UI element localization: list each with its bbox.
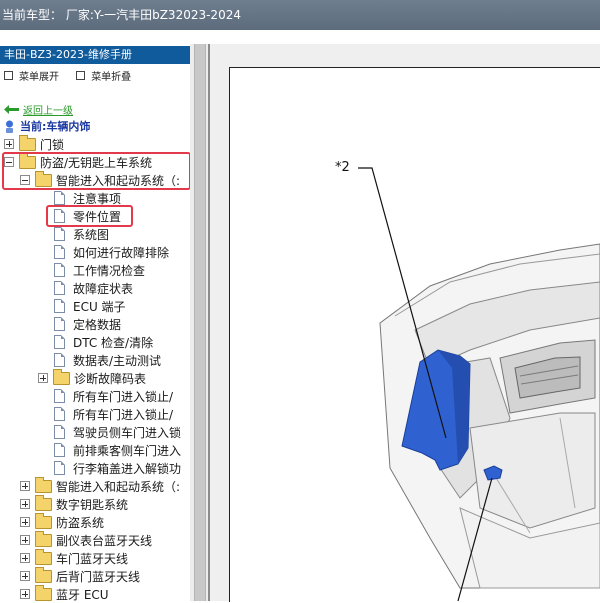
tree-item-bluetooth-ecu[interactable]: 蓝牙 ECU	[20, 584, 109, 603]
tree-item-data-list[interactable]: 数据表/主动测试	[54, 351, 161, 369]
tree-item-dtc-chart[interactable]: 诊断故障码表	[38, 368, 147, 387]
tree-item-all-door-lock-1[interactable]: 所有车门进入锁止/	[54, 387, 173, 405]
scrollbar-thumb[interactable]	[194, 44, 206, 601]
tree-item-ecu-terminals[interactable]: ECU 端子	[54, 297, 126, 315]
folder-icon	[35, 512, 52, 529]
back-label: 返回上一级	[23, 106, 73, 117]
tree-item-label: 智能进入和起动系统（:	[56, 479, 181, 494]
tree-item-label: 驾驶员侧车门进入锁	[73, 425, 182, 440]
tree-item-driver-door[interactable]: 驾驶员侧车门进入锁	[54, 423, 181, 441]
tree-item-symptom-table[interactable]: 故障症状表	[54, 279, 133, 297]
tree-item-all-door-lock-2[interactable]: 所有车门进入锁止/	[54, 405, 173, 423]
tree-item-freeze-frame[interactable]: 定格数据	[54, 315, 121, 333]
tree-item-smart-entry-2[interactable]: 智能进入和起动系统（:	[20, 476, 181, 495]
expand-plus-icon[interactable]	[20, 553, 30, 563]
manual-title: 丰田-BZ3-2023-维修手册	[0, 46, 190, 64]
highlight-box-parts-location	[46, 205, 133, 227]
back-link[interactable]: 返回上一级	[4, 102, 73, 117]
tree-item-label: 注意事项	[73, 191, 122, 206]
callout-label: *2	[335, 160, 350, 175]
tree-item-label: 行李箱盖进入解锁功	[73, 461, 182, 476]
folder-icon	[35, 548, 52, 565]
tree-item-theft-deterrent[interactable]: 防盗系统	[20, 512, 105, 531]
tree-item-backdoor-antenna[interactable]: 后背门蓝牙天线	[20, 566, 141, 585]
location-icon	[6, 120, 13, 133]
tree-item-label: 故障症状表	[73, 281, 134, 296]
tree-item-label: 门锁	[40, 137, 65, 152]
folder-icon	[35, 566, 52, 583]
expand-plus-icon[interactable]	[38, 373, 48, 383]
parts-location-diagram	[358, 167, 600, 601]
current-location: 当前:车辆内饰	[4, 118, 90, 134]
tree-item-label: 车门蓝牙天线	[56, 551, 129, 566]
document-icon	[54, 407, 65, 421]
collapse-icon	[76, 71, 86, 80]
tree-item-operation-check[interactable]: 工作情况检查	[54, 261, 145, 279]
tree-item-label: DTC 检查/清除	[73, 335, 154, 350]
folder-icon	[35, 584, 52, 601]
tree-item-label: 数字钥匙系统	[56, 497, 129, 512]
tree-item-label: 系统图	[73, 227, 110, 242]
tree-item-dtc-check[interactable]: DTC 检查/清除	[54, 333, 153, 351]
highlight-box-system	[2, 152, 191, 190]
tree-item-label: 定格数据	[73, 317, 122, 332]
expand-plus-icon[interactable]	[20, 589, 30, 599]
document-icon	[54, 263, 65, 277]
tree-item-label: 后背门蓝牙天线	[56, 569, 141, 584]
folder-icon	[35, 530, 52, 547]
expand-plus-icon[interactable]	[20, 535, 30, 545]
tree-item-passenger-door[interactable]: 前排乘客侧车门进入	[54, 441, 181, 459]
tree-tools: 菜单展开 菜单折叠	[4, 68, 145, 83]
tree-item-label: 副仪表台蓝牙天线	[56, 533, 153, 548]
document-icon	[54, 227, 65, 241]
expand-plus-icon[interactable]	[4, 139, 14, 149]
expand-plus-icon[interactable]	[20, 499, 30, 509]
tree-item-label: 诊断故障码表	[74, 371, 147, 386]
tree-item-console-antenna[interactable]: 副仪表台蓝牙天线	[20, 530, 153, 549]
folder-icon	[19, 134, 36, 151]
tree-item-label: ECU 端子	[73, 299, 126, 314]
tree-item-label: 所有车门进入锁止/	[73, 407, 174, 422]
tree-item-troubleshooting[interactable]: 如何进行故障排除	[54, 243, 169, 261]
folder-icon	[53, 368, 70, 385]
current-label: 当前:车辆内饰	[20, 120, 91, 133]
document-icon	[54, 317, 65, 331]
collapse-all-button[interactable]: 菜单折叠	[76, 68, 131, 83]
document-icon	[54, 281, 65, 295]
toolbar-gap	[0, 30, 600, 44]
tree-item-label: 所有车门进入锁止/	[73, 389, 174, 404]
document-icon	[54, 353, 65, 367]
expand-plus-icon[interactable]	[20, 517, 30, 527]
expand-plus-icon[interactable]	[20, 481, 30, 491]
document-icon	[54, 443, 65, 457]
title-bar: 当前车型： 厂家:Y-一汽丰田bZ32023-2024	[0, 0, 600, 30]
tree-item-system-diagram[interactable]: 系统图	[54, 225, 109, 243]
tree-item-door-antenna[interactable]: 车门蓝牙天线	[20, 548, 129, 567]
expand-all-button[interactable]: 菜单展开	[4, 68, 59, 83]
tree-item-door-lock[interactable]: 门锁	[4, 134, 65, 153]
back-arrow-icon	[4, 105, 19, 114]
document-icon	[54, 425, 65, 439]
document-icon	[54, 191, 65, 205]
expand-all-label: 菜单展开	[19, 72, 59, 83]
document-icon	[54, 299, 65, 313]
folder-icon	[35, 494, 52, 511]
tree-item-label: 数据表/主动测试	[73, 353, 162, 368]
expand-icon	[4, 71, 13, 80]
tree-item-label: 蓝牙 ECU	[56, 587, 109, 602]
tree-item-digital-key[interactable]: 数字钥匙系统	[20, 494, 129, 513]
tree-item-label: 工作情况检查	[73, 263, 146, 278]
tree-item-label: 前排乘客侧车门进入	[73, 443, 182, 458]
expand-plus-icon[interactable]	[20, 571, 30, 581]
tree-item-label: 如何进行故障排除	[73, 245, 170, 260]
document-icon	[54, 389, 65, 403]
document-icon	[54, 461, 65, 475]
tree-item-trunk-lid[interactable]: 行李箱盖进入解锁功	[54, 459, 181, 477]
window-title: 当前车型： 厂家:Y-一汽丰田bZ32023-2024	[2, 8, 241, 22]
document-icon	[54, 335, 65, 349]
collapse-all-label: 菜单折叠	[91, 72, 132, 83]
document-icon	[54, 245, 65, 259]
tree-item-label: 防盗系统	[56, 515, 105, 530]
folder-icon	[35, 476, 52, 493]
